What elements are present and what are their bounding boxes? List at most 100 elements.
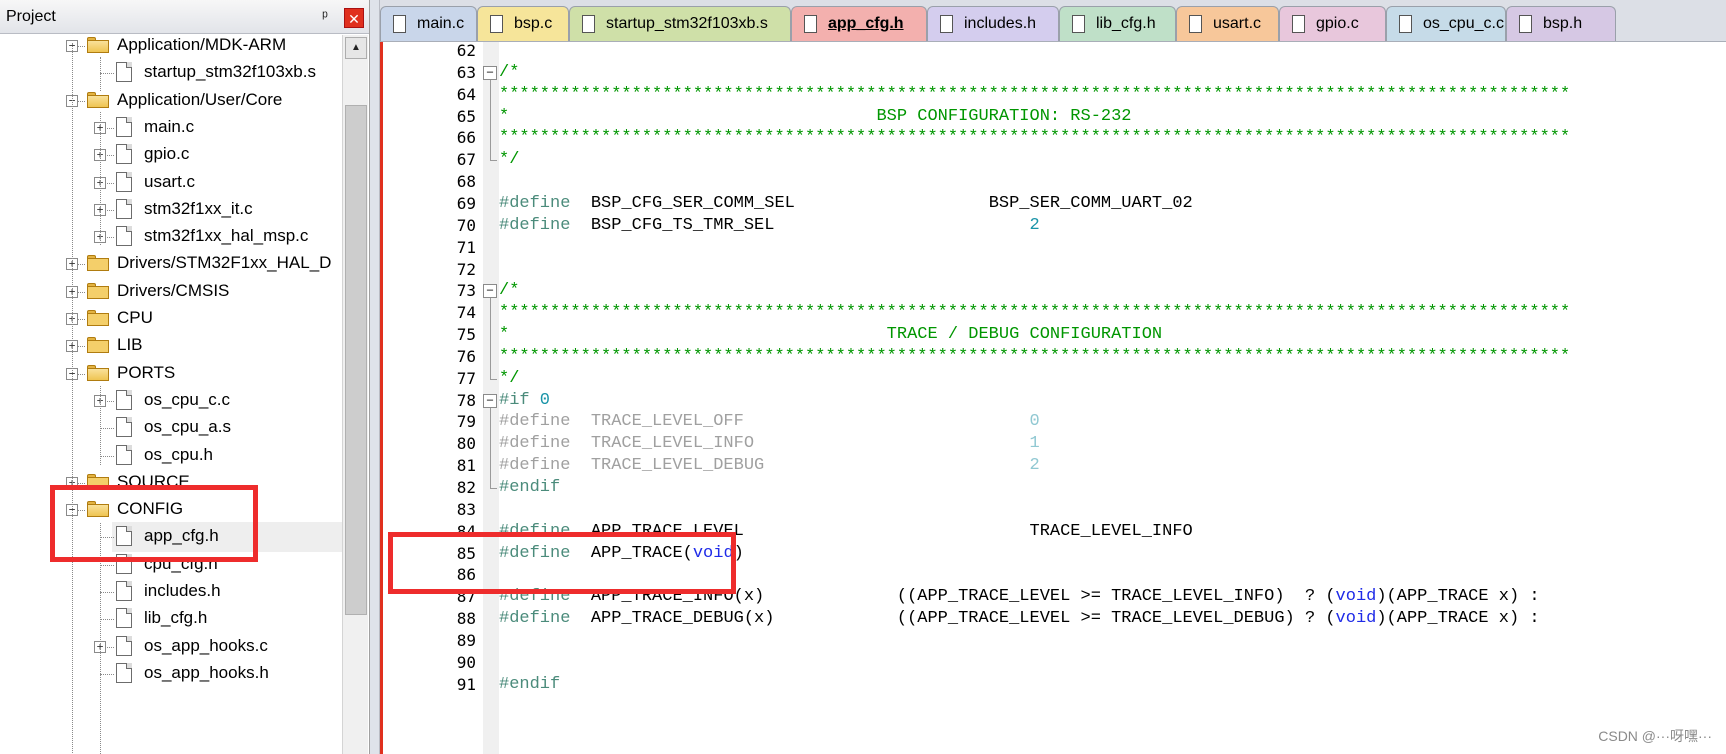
document-icon [1399, 15, 1412, 33]
folder-icon [87, 310, 109, 326]
scroll-thumb[interactable] [345, 105, 367, 615]
tab-startup-stm32f103xb-s[interactable]: startup_stm32f103xb.s [569, 6, 791, 41]
tree-file[interactable]: + stm32f1xx_it.c [0, 195, 342, 225]
tab-bsp-c[interactable]: bsp.c [477, 6, 569, 41]
close-panel-button[interactable]: ✕ [344, 8, 364, 28]
document-icon [940, 15, 953, 33]
tree-folder[interactable]: − PORTS [0, 359, 342, 389]
code-token: */ [499, 150, 520, 170]
document-icon [1189, 15, 1202, 33]
tree-file[interactable]: lib_cfg.h [0, 604, 342, 634]
fold-connector [490, 298, 491, 379]
tree-file[interactable]: + os_cpu_c.c [0, 386, 342, 416]
tree-file[interactable]: os_cpu_a.s [0, 413, 342, 443]
tree-connector [100, 592, 114, 593]
tab-label: os_cpu_c.c [1423, 15, 1504, 32]
line-number: 77 [456, 368, 476, 388]
panel-splitter[interactable] [370, 0, 380, 754]
file-icon [116, 635, 132, 656]
line-number: 75 [456, 325, 476, 345]
code-token: 0 [1029, 412, 1040, 432]
code-line: #if 0 [499, 389, 550, 413]
line-number: 71 [456, 237, 476, 257]
folder-icon [87, 255, 109, 272]
pin-icon[interactable]: ᵖ [316, 8, 334, 26]
line-number: 79 [456, 412, 476, 432]
code-token: #define TRACE_LEVEL_INFO [499, 434, 1030, 454]
code-area[interactable]: /* **************************************… [499, 42, 1726, 754]
tree-folder[interactable]: − Application/MDK-ARM [0, 35, 342, 61]
code-token: BSP_CFG_SER_COMM_SEL BSP_SER_COMM_UART_0… [570, 193, 1193, 213]
line-number-gutter: 62 63 64 65 66 67 68 69 70 71 72 73 74 75 76 77 78 79 80 81… [383, 41, 483, 754]
tab-gpio-c[interactable]: gpio.c [1279, 6, 1386, 41]
code-line: * TRACE / DEBUG CONFIGURATION [499, 323, 1162, 347]
file-icon [116, 608, 132, 629]
file-icon [116, 581, 132, 601]
tree-file[interactable]: + gpio.c [0, 140, 342, 170]
tab-label: bsp.c [514, 15, 553, 32]
line-number: 64 [456, 84, 476, 104]
tree-file[interactable]: os_app_hooks.h [0, 659, 342, 689]
tree-file[interactable]: + stm32f1xx_hal_msp.c [0, 222, 342, 252]
vertical-scrollbar[interactable]: ▲ [342, 35, 368, 754]
tree-file[interactable]: includes.h [0, 577, 342, 607]
tree-file[interactable]: + usart.c [0, 168, 342, 198]
tab-os-cpu-c-c[interactable]: os_cpu_c.c [1386, 6, 1506, 41]
code-line: ****************************************… [499, 83, 1570, 107]
code-token: APP_TRACE_DEBUG(x) ((APP_TRACE_LEVEL >= … [570, 609, 1336, 629]
tree-folder[interactable]: + LIB [0, 331, 342, 361]
fold-end-marker [490, 160, 497, 162]
tab-bsp-h[interactable]: bsp.h [1506, 6, 1616, 41]
tree-item-label: Application/User/Core [117, 89, 283, 109]
code-token: )(APP_TRACE x) : [1376, 609, 1540, 629]
tree-connector [100, 673, 114, 675]
fold-toggle-icon[interactable]: − [483, 393, 497, 408]
tree-folder[interactable]: + Drivers/CMSIS [0, 277, 342, 307]
code-token: 2 [1029, 215, 1040, 235]
folder-open-icon [87, 37, 109, 53]
tree-item-label: os_cpu_c.c [144, 389, 230, 409]
tab-label: startup_stm32f103xb.s [606, 15, 768, 32]
tree-guide-line [72, 43, 73, 753]
tab-app-cfg-h[interactable]: app_cfg.h [791, 6, 927, 41]
code-editor[interactable]: 62 63 64 65 66 67 68 69 70 71 72 73 74 75 76 77 78 79 80 81… [380, 41, 1726, 754]
line-number: 70 [456, 215, 476, 235]
code-line: ****************************************… [499, 126, 1570, 150]
fold-end-marker [490, 378, 497, 380]
tab-label: usart.c [1213, 15, 1262, 32]
file-icon [116, 226, 132, 247]
code-line: #define BSP_CFG_SER_COMM_SEL BSP_SER_COM… [499, 192, 1193, 216]
tree-item-label: LIB [117, 335, 143, 355]
tree-file[interactable]: os_cpu.h [0, 441, 342, 471]
tree-file[interactable]: + os_app_hooks.c [0, 632, 342, 662]
tab-main-c[interactable]: main.c [380, 6, 477, 41]
file-icon [116, 198, 132, 219]
tree-folder[interactable]: − Application/User/Core [0, 86, 342, 116]
project-tree: − Application/MDK-ARM startup_stm32f103xb.… [0, 35, 342, 754]
scroll-up-button[interactable]: ▲ [345, 37, 367, 59]
tree-item-label: Application/MDK-ARM [117, 35, 287, 54]
tree-file[interactable]: + main.c [0, 113, 342, 143]
tab-includes-h[interactable]: includes.h [927, 6, 1059, 41]
tree-folder[interactable]: + Drivers/STM32F1xx_HAL_D [0, 249, 342, 279]
code-line: #define BSP_CFG_TS_TMR_SEL 2 [499, 214, 1040, 238]
line-number: 72 [456, 259, 476, 279]
tab-lib-cfg-h[interactable]: lib_cfg.h [1059, 6, 1176, 41]
tree-item-label: Drivers/CMSIS [117, 280, 230, 300]
code-token: ****************************************… [499, 303, 1571, 323]
code-token: #endif [499, 674, 561, 694]
line-number: 62 [456, 41, 476, 60]
line-number: 78 [456, 390, 476, 410]
line-number: 82 [456, 478, 476, 497]
document-icon [804, 15, 817, 33]
fold-toggle-icon[interactable]: − [483, 65, 497, 80]
document-icon [582, 15, 595, 33]
line-number: 65 [456, 106, 476, 126]
tree-folder[interactable]: + CPU [0, 304, 342, 334]
tree-item-label: PORTS [117, 362, 176, 382]
tree-item-label: stm32f1xx_hal_msp.c [144, 226, 309, 246]
tab-usart-c[interactable]: usart.c [1176, 6, 1279, 41]
tree-file[interactable]: startup_stm32f103xb.s [0, 58, 342, 88]
code-token: /* [499, 281, 520, 301]
fold-toggle-icon[interactable]: − [483, 284, 497, 299]
